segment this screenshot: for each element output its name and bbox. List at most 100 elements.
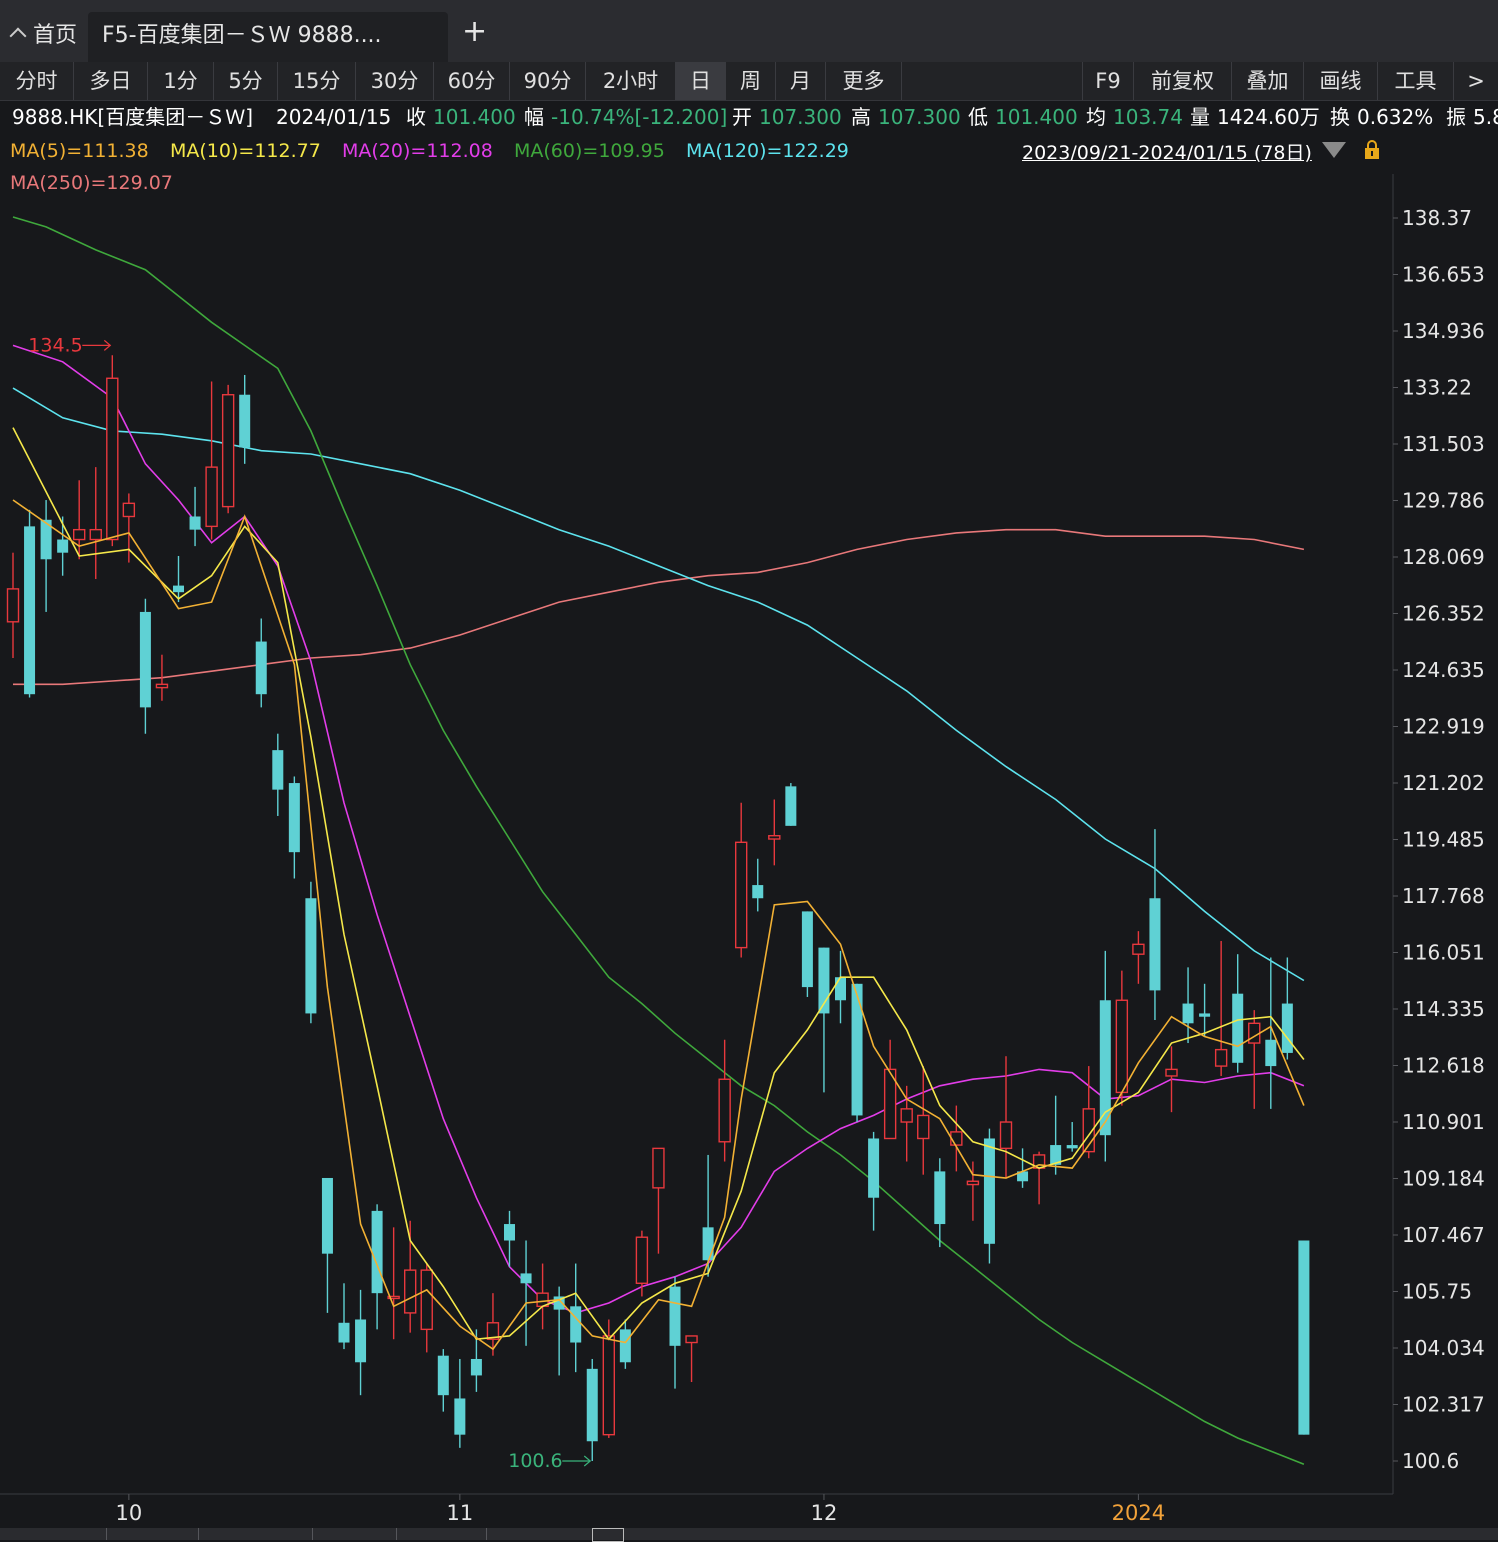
y-tick-label: 105.75 — [1402, 1280, 1472, 1304]
candlestick-chart[interactable]: 138.37 136.653 134.936 133.22 131.503 129.786… — [0, 134, 1498, 1528]
y-tick-label: 126.352 — [1402, 602, 1485, 626]
candle-body-down — [355, 1319, 367, 1363]
y-tick-label: 109.184 — [1402, 1167, 1485, 1191]
period-tab-month[interactable]: 月 — [776, 62, 826, 100]
avg-value: 103.74 — [1113, 105, 1183, 129]
x-tick-label: 12 — [811, 1501, 838, 1525]
candles-layer — [6, 355, 1310, 1461]
plus-icon: + — [462, 14, 488, 49]
candle-body-up — [652, 1147, 665, 1189]
high-price-annotation: 134.5 — [28, 334, 82, 356]
period-tab-fenshi[interactable]: 分时 — [0, 62, 74, 100]
period-tab-90min[interactable]: 90分 — [510, 62, 586, 100]
price-adjust-button[interactable]: 前复权 — [1134, 62, 1232, 100]
f9-button[interactable]: F9 — [1082, 62, 1134, 100]
candle-body-up — [1132, 943, 1145, 955]
candle-body-up — [420, 1269, 433, 1331]
candle-body-up — [735, 841, 748, 949]
toolbar-more-arrow[interactable]: > — [1454, 62, 1498, 100]
low-label: 低 — [968, 105, 988, 129]
candle-body-down — [470, 1358, 482, 1376]
bottom-tab[interactable] — [0, 1528, 107, 1540]
period-tab-5min[interactable]: 5分 — [214, 62, 278, 100]
y-tick-label: 134.936 — [1402, 319, 1485, 343]
candle-body-down — [868, 1138, 880, 1198]
candle-body-down — [1199, 1013, 1211, 1017]
candle-body-down — [1149, 898, 1161, 991]
y-tick-label: 138.37 — [1402, 206, 1472, 230]
tab-stock[interactable]: F5-百度集团－ＳＷ 9888.... — [88, 12, 448, 62]
tab-stock-label: F5-百度集团－ＳＷ 9888.... — [102, 23, 382, 48]
period-tab-1min[interactable]: 1分 — [148, 62, 214, 100]
y-tick-label: 104.034 — [1402, 1336, 1485, 1360]
tab-bar: 首页 F5-百度集团－ＳＷ 9888.... + — [0, 0, 1498, 63]
candle-body-up — [1248, 1022, 1261, 1044]
period-tab-15min[interactable]: 15分 — [278, 62, 356, 100]
period-toolbar: 分时 多日 1分 5分 15分 30分 60分 90分 2小时 日 周 月 更多… — [0, 62, 1498, 101]
candle-body-up — [122, 502, 136, 518]
candle-body-up — [602, 1335, 615, 1436]
tools-button[interactable]: 工具 — [1378, 62, 1454, 100]
candle-body-down — [189, 516, 201, 530]
candle-body-up — [999, 1121, 1013, 1150]
candle-body-up — [768, 835, 781, 840]
candle-body-down — [239, 394, 251, 448]
open-value: 107.300 — [759, 105, 842, 129]
candle-body-up — [635, 1236, 649, 1284]
ma250-layer — [13, 528, 1305, 686]
candle-body-up — [718, 1078, 731, 1143]
candle-body-down — [934, 1171, 946, 1225]
y-tick-label: 110.901 — [1402, 1110, 1485, 1134]
tab-home[interactable]: 首页 — [0, 12, 86, 62]
high-value: 107.300 — [878, 105, 961, 129]
candle-body-up — [685, 1335, 698, 1344]
home-icon — [9, 27, 27, 45]
period-tab-30min[interactable]: 30分 — [356, 62, 434, 100]
bottom-tab[interactable] — [312, 1528, 397, 1540]
candle-body-down — [173, 585, 184, 593]
x-tick-label: 11 — [446, 1501, 473, 1525]
bottom-tab[interactable] — [396, 1528, 487, 1540]
period-tab-more[interactable]: 更多 — [826, 62, 902, 100]
y-tick-label: 136.653 — [1402, 263, 1485, 287]
period-tab-week[interactable]: 周 — [726, 62, 776, 100]
close-label: 收 — [406, 105, 426, 129]
candle-body-down — [1281, 1003, 1293, 1053]
candle-body-down — [371, 1210, 383, 1294]
x-tick-label: 10 — [115, 1501, 142, 1525]
change-value: -10.74%[-12.200] — [551, 105, 728, 129]
candle-body-down — [570, 1306, 582, 1343]
period-tab-day[interactable]: 日 — [676, 62, 726, 100]
candle-body-down — [437, 1355, 449, 1396]
y-tick-label: 112.618 — [1402, 1053, 1485, 1077]
y-tick-label: 129.786 — [1402, 488, 1485, 512]
x-axis-ticks: 10 11 12 2024 — [115, 1494, 1165, 1525]
candle-body-down — [272, 750, 284, 790]
period-tab-60min[interactable]: 60分 — [434, 62, 510, 100]
bottom-tab[interactable] — [106, 1528, 199, 1540]
candle-body-down — [669, 1286, 681, 1346]
quote-date: 2024/01/15 — [276, 105, 392, 129]
overlay-button[interactable]: 叠加 — [1232, 62, 1304, 100]
y-tick-label: 117.768 — [1402, 884, 1485, 908]
candle-body-down — [702, 1227, 714, 1261]
y-tick-label: 114.335 — [1402, 997, 1485, 1021]
open-label: 开 — [732, 105, 752, 129]
candle-body-down — [586, 1368, 598, 1442]
add-tab-button[interactable]: + — [462, 14, 487, 49]
candle-body-down — [1298, 1240, 1310, 1435]
candle-body-up — [72, 528, 86, 541]
bottom-tab-strip — [0, 1528, 1498, 1542]
candle-body-up — [6, 588, 20, 623]
candle-body-up — [205, 466, 218, 528]
bottom-tab[interactable] — [198, 1528, 313, 1540]
draw-button[interactable]: 画线 — [1304, 62, 1378, 100]
y-tick-label: 107.467 — [1402, 1223, 1485, 1247]
candle-body-down — [835, 977, 846, 1001]
volume-label: 量 — [1190, 105, 1210, 129]
quote-info-bar: 9888.HK[百度集团－ＳＷ] 2024/01/15 收 101.400 幅 … — [0, 100, 1498, 134]
period-tab-2h[interactable]: 2小时 — [586, 62, 676, 100]
period-tab-multiday[interactable]: 多日 — [74, 62, 148, 100]
low-value: 101.400 — [995, 105, 1078, 129]
candle-body-down — [305, 898, 317, 1014]
